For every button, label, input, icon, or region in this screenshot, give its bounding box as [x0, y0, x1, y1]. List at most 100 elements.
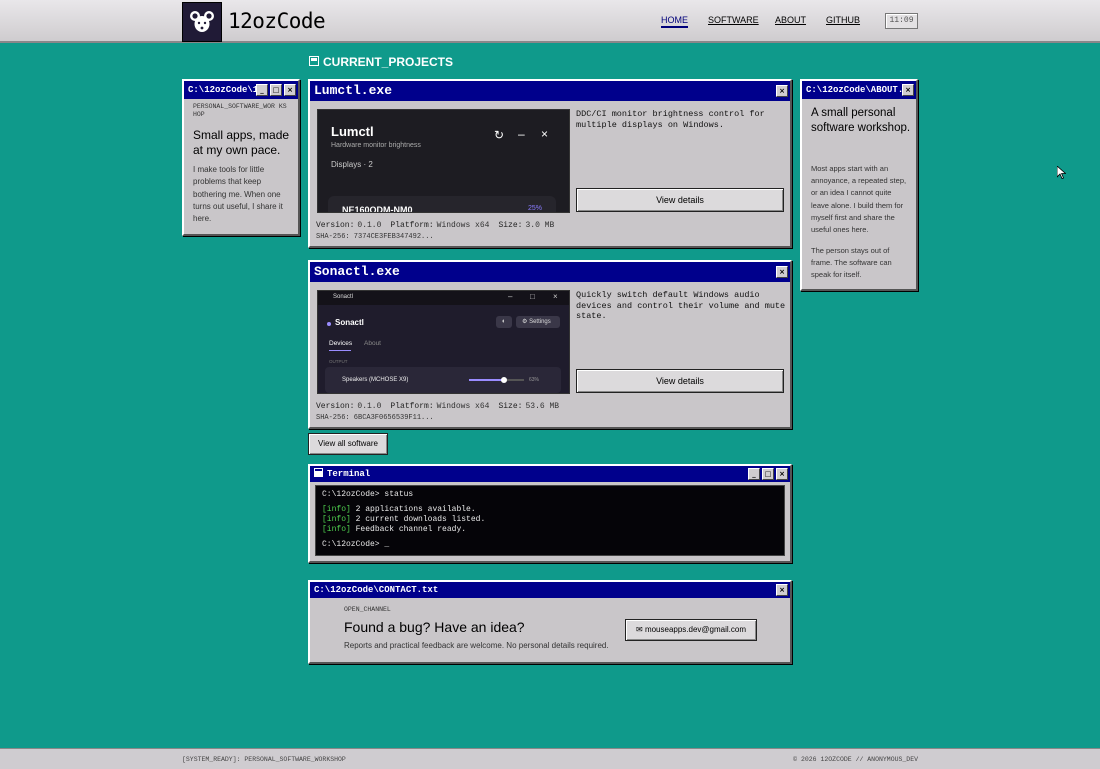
footer-status: [SYSTEM_READY]: PERSONAL_SOFTWARE_WORKSH…	[182, 756, 346, 763]
minimize-icon[interactable]: _	[256, 84, 268, 96]
platform-value: Windows x64	[436, 221, 490, 230]
contact-kicker: OPEN_CHANNEL	[344, 606, 391, 613]
maximize-icon: □	[530, 292, 535, 301]
brand-name[interactable]: 12ozCode	[228, 9, 326, 33]
section-title: CURRENT_PROJECTS	[323, 55, 454, 69]
minimize-icon: –	[508, 292, 513, 301]
volume-pct: 63%	[529, 377, 540, 383]
project-description: Quickly switch default Windows audio dev…	[576, 290, 786, 321]
view-details-button[interactable]: View details	[576, 188, 784, 212]
monitor-name: NE160QDM-NM0	[342, 205, 413, 213]
contact-title: C:\12ozCode\CONTACT.txt	[314, 585, 439, 595]
info-tag: [info]	[322, 525, 351, 534]
project-meta: Version: 0.1.0 Platform: Windows x64 Size: 53…	[316, 402, 568, 411]
about-window-title: C:\12ozCode\ABOUT...	[806, 85, 915, 95]
platform-label: Platform:	[390, 221, 434, 230]
intro-window: C:\12ozCode\1... _ □ × PERSONAL_SOFTWARE…	[182, 79, 300, 236]
clock: 11:09	[885, 13, 918, 29]
project-window-sonactl: Sonactl.exe × Sonactl – □ × Sonactl ◐ ⚙ …	[308, 260, 792, 429]
maximize-icon[interactable]: □	[270, 84, 282, 96]
project-description: DDC/CI monitor brightness control for mu…	[576, 109, 765, 130]
terminal-prompt-input[interactable]: C:\12ozCode> _	[322, 540, 778, 550]
maximize-icon[interactable]: □	[762, 468, 774, 480]
about-heading: A small personal software workshop.	[811, 107, 911, 134]
intro-heading: Small apps, made at my own pace.	[193, 128, 290, 157]
close-icon[interactable]: ×	[776, 584, 788, 596]
size-label: Size:	[498, 402, 523, 411]
contact-window: C:\12ozCode\CONTACT.txt × OPEN_CHANNEL F…	[308, 580, 792, 664]
about-window: C:\12ozCode\ABOUT... × A small personal …	[800, 79, 918, 291]
close-icon[interactable]: ×	[776, 266, 788, 278]
refresh-icon: ↻	[494, 128, 505, 142]
about-titlebar[interactable]: C:\12ozCode\ABOUT... ×	[802, 81, 916, 99]
mouse-logo-icon[interactable]	[182, 2, 222, 42]
version-value: 0.1.0	[357, 402, 382, 411]
terminal-line-text: 2 current downloads listed.	[355, 515, 486, 524]
close-icon[interactable]: ×	[776, 468, 788, 480]
size-value: 3.0 MB	[525, 221, 555, 230]
volume-knob	[500, 377, 507, 383]
contact-titlebar[interactable]: C:\12ozCode\CONTACT.txt ×	[310, 582, 790, 598]
nav-about[interactable]: ABOUT	[775, 15, 806, 25]
close-icon[interactable]: ×	[776, 85, 788, 97]
platform-label: Platform:	[390, 402, 434, 411]
terminal-line-text: 2 applications available.	[355, 505, 476, 514]
view-all-software-button[interactable]: View all software	[308, 433, 388, 455]
close-icon: ×	[553, 292, 558, 301]
nav-github[interactable]: GITHUB	[826, 15, 860, 25]
shot-subtitle: Hardware monitor brightness	[331, 142, 421, 149]
version-value: 0.1.0	[357, 221, 382, 230]
project-titlebar[interactable]: Lumctl.exe ×	[310, 81, 790, 101]
version-label: Version:	[316, 402, 355, 411]
shot-app-name: Lumctl	[331, 124, 374, 139]
contact-body: Reports and practical feedback are welco…	[344, 641, 609, 650]
moon-icon: ◐	[496, 316, 512, 328]
shot-section: OUTPUT	[329, 359, 348, 364]
device-row: Speakers (MCHOSE X9) 63%	[325, 367, 561, 393]
intro-kicker: PERSONAL_SOFTWARE_WOR KSHOP	[193, 103, 287, 118]
terminal-line: [info] 2 current downloads listed.	[322, 515, 778, 525]
monitor-card: NE160QDM-NM0 25%	[328, 196, 556, 213]
email-button[interactable]: ✉ mouseapps.dev@gmail.com	[625, 619, 757, 641]
terminal-line: [info] Feedback channel ready.	[322, 525, 778, 535]
lumctl-screenshot[interactable]: Lumctl Hardware monitor brightness Displ…	[317, 109, 570, 213]
intro-titlebar[interactable]: C:\12ozCode\1... _ □ ×	[184, 81, 298, 99]
terminal-titlebar[interactable]: Terminal _ □ ×	[310, 466, 790, 482]
terminal-line: [info] 2 applications available.	[322, 505, 778, 515]
intro-body: I make tools for little problems that ke…	[193, 165, 283, 224]
terminal-line-text: Feedback channel ready.	[355, 525, 467, 534]
info-tag: [info]	[322, 515, 351, 524]
terminal-window: Terminal _ □ × C:\12ozCode> status [info…	[308, 464, 792, 563]
tab-underline	[329, 350, 351, 351]
email-label: mouseapps.dev@gmail.com	[644, 625, 746, 634]
shot-displays: Displays · 2	[331, 160, 373, 169]
minimize-icon: –	[518, 127, 525, 141]
terminal-prompt: C:\12ozCode> status	[322, 490, 414, 499]
info-tag: [info]	[322, 505, 351, 514]
project-sha: SHA-256: 7374CE3FEB347492...	[316, 233, 434, 241]
volume-slider	[469, 377, 524, 383]
top-bar: 12ozCode HOME SOFTWARE ABOUT GITHUB 11:0…	[0, 0, 1100, 43]
project-meta: Version: 0.1.0 Platform: Windows x64 Size: 3.…	[316, 221, 563, 230]
shot-titlebar: Sonactl – □ ×	[318, 291, 569, 305]
shot-settings-label: Settings	[529, 319, 551, 325]
nav-software[interactable]: SOFTWARE	[708, 15, 759, 25]
footer: [SYSTEM_READY]: PERSONAL_SOFTWARE_WORKSH…	[0, 748, 1100, 769]
about-p2: The person stays out of frame. The softw…	[811, 246, 892, 280]
section-heading: CURRENT_PROJECTS	[309, 55, 453, 69]
sonactl-screenshot[interactable]: Sonactl – □ × Sonactl ◐ ⚙ Settings Devic…	[317, 290, 570, 394]
project-titlebar[interactable]: Sonactl.exe ×	[310, 262, 790, 282]
shot-window-title: Sonactl	[333, 294, 354, 300]
size-label: Size:	[498, 221, 523, 230]
shot-settings: ⚙ Settings	[516, 316, 560, 328]
nav-home[interactable]: HOME	[661, 15, 688, 28]
close-icon[interactable]: ×	[902, 84, 914, 96]
monitor-pct: 25%	[528, 205, 543, 212]
footer-copyright: © 2026 12OZCODE // ANONYMOUS_DEV	[793, 756, 918, 763]
terminal-output[interactable]: C:\12ozCode> status [info] 2 application…	[315, 485, 785, 556]
project-sha: SHA-256: 6BCA3F0656539F11...	[316, 414, 434, 422]
view-details-button[interactable]: View details	[576, 369, 784, 393]
volume-fill	[469, 379, 504, 381]
close-icon[interactable]: ×	[284, 84, 296, 96]
minimize-icon[interactable]: _	[748, 468, 760, 480]
